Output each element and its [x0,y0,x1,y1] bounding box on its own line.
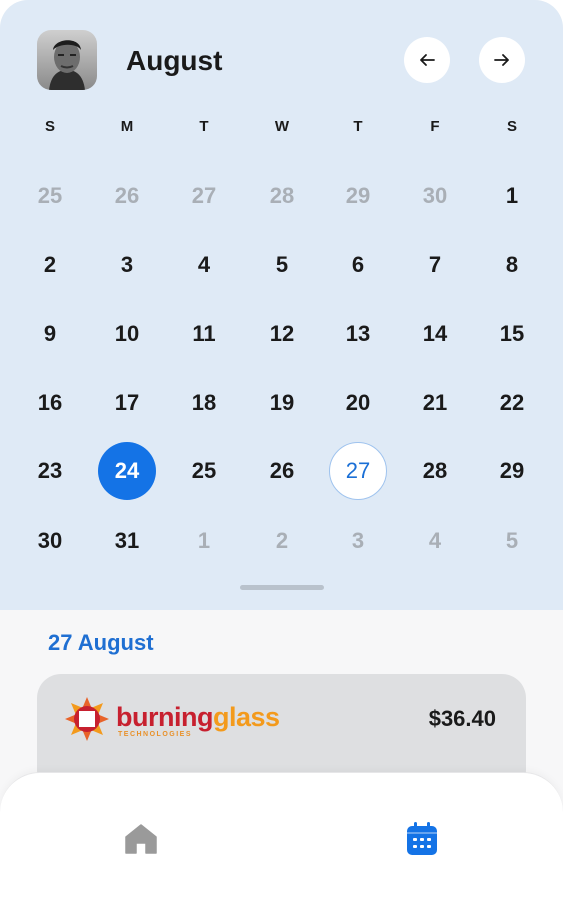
day-cell[interactable]: 8 [483,236,541,294]
merchant-logo-word: burning [116,702,213,732]
day-cell[interactable]: 22 [483,374,541,432]
weekday-label: M [120,118,134,135]
bottom-navigation [0,772,563,900]
day-cell[interactable]: 28 [253,167,311,225]
day-cell[interactable]: 17 [98,374,156,432]
day-cell[interactable]: 4 [406,512,464,570]
day-cell[interactable]: 14 [406,305,464,363]
day-cell[interactable]: 28 [406,442,464,500]
weekday-label: T [353,118,363,135]
tab-home[interactable] [121,819,161,859]
day-cell[interactable]: 7 [406,236,464,294]
previous-month-button[interactable] [404,37,450,83]
day-cell[interactable]: 1 [175,512,233,570]
merchant-logo: burningglass TECHNOLOGIES [64,696,294,744]
weekday-header-row: S M T W T F S [0,118,563,140]
app-frame: August S M T W T F S 25 26 27 28 29 30 1 2 3 4 5 6 7… [0,0,563,900]
avatar-photo-icon [37,30,97,90]
day-cell[interactable]: 29 [329,167,387,225]
weekday-label: W [274,118,290,135]
calendar-icon [407,822,437,855]
day-cell[interactable]: 2 [21,236,79,294]
day-cell[interactable]: 18 [175,374,233,432]
drag-handle[interactable] [240,585,324,590]
calendar-panel: August S M T W T F S 25 26 27 28 29 30 1 2 3 4 5 6 7… [0,0,563,610]
day-cell[interactable]: 12 [253,305,311,363]
day-cell[interactable]: 19 [253,374,311,432]
tab-calendar[interactable] [402,819,442,859]
day-cell[interactable]: 5 [253,236,311,294]
transaction-amount: $36.40 [428,706,496,731]
day-cell-selected[interactable]: 24 [98,442,156,500]
arrow-right-icon [494,54,509,66]
next-month-button[interactable] [479,37,525,83]
day-cell[interactable]: 6 [329,236,387,294]
weekday-label: F [430,118,440,135]
day-cell-today[interactable]: 27 [329,442,387,500]
avatar[interactable] [37,30,97,90]
day-cell[interactable]: 15 [483,305,541,363]
merchant-logo-word: glass [212,702,280,732]
day-cell[interactable]: 11 [175,305,233,363]
day-cell[interactable]: 26 [253,442,311,500]
day-cell[interactable]: 20 [329,374,387,432]
day-cell[interactable]: 25 [175,442,233,500]
month-title: August [126,45,223,76]
day-cell[interactable]: 29 [483,442,541,500]
day-cell[interactable]: 16 [21,374,79,432]
day-cell[interactable]: 30 [406,167,464,225]
burning-glass-sun-icon [65,697,109,741]
day-cell[interactable]: 30 [21,512,79,570]
merchant-logo-text: burningglass [116,702,280,732]
day-cell[interactable]: 25 [21,167,79,225]
weekday-label: S [506,118,517,135]
day-cell[interactable]: 31 [98,512,156,570]
day-cell[interactable]: 3 [329,512,387,570]
weekday-label: T [199,118,209,135]
day-cell[interactable]: 1 [483,167,541,225]
day-cell[interactable]: 9 [21,305,79,363]
arrow-left-icon [420,54,435,66]
day-cell[interactable]: 23 [21,442,79,500]
day-cell[interactable]: 5 [483,512,541,570]
merchant-logo-subtext: TECHNOLOGIES [118,731,193,738]
day-cell[interactable]: 13 [329,305,387,363]
day-cell[interactable]: 21 [406,374,464,432]
day-cell[interactable]: 3 [98,236,156,294]
day-cell[interactable]: 27 [175,167,233,225]
home-icon [125,824,157,854]
selected-date-heading: 27 August [48,630,154,655]
day-cell[interactable]: 26 [98,167,156,225]
day-cell[interactable]: 4 [175,236,233,294]
day-cell[interactable]: 10 [98,305,156,363]
weekday-label: S [44,118,55,135]
day-cell[interactable]: 2 [253,512,311,570]
